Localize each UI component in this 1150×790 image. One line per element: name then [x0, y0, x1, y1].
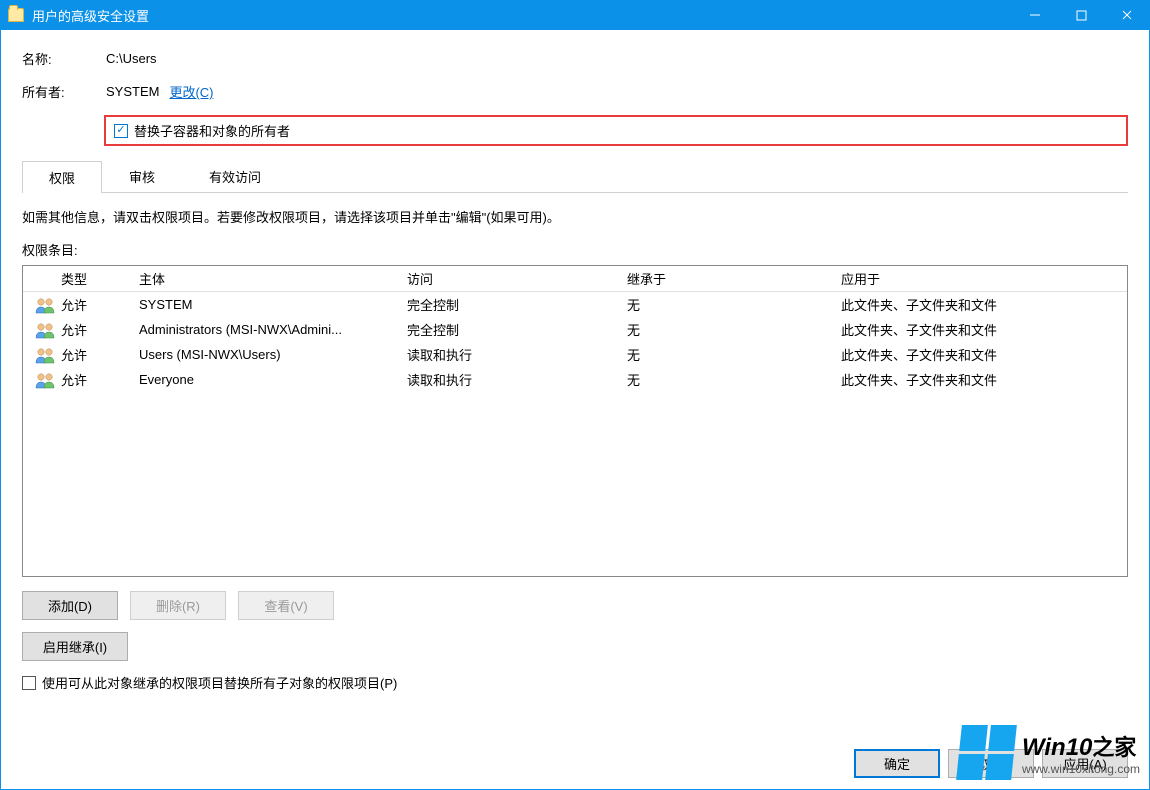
entry-principal: Users (MSI-NWX\Users): [139, 347, 407, 362]
permission-row[interactable]: 允许SYSTEM完全控制无此文件夹、子文件夹和文件: [23, 292, 1127, 317]
permission-header: 类型 主体 访问 继承于 应用于: [23, 266, 1127, 292]
entry-type: 允许: [61, 295, 139, 314]
owner-value: SYSTEM: [106, 84, 159, 99]
entry-type: 允许: [61, 370, 139, 389]
entry-access: 读取和执行: [407, 370, 627, 389]
col-access[interactable]: 访问: [407, 269, 627, 288]
entry-applies-to: 此文件夹、子文件夹和文件: [841, 345, 1127, 364]
owner-row: 所有者: SYSTEM 更改(C): [22, 82, 1128, 101]
window-controls: [1012, 0, 1150, 30]
minimize-button[interactable]: [1012, 0, 1058, 30]
replace-owner-label: 替换子容器和对象的所有者: [134, 121, 290, 140]
entry-applies-to: 此文件夹、子文件夹和文件: [841, 320, 1127, 339]
window-title: 用户的高级安全设置: [32, 6, 149, 25]
remove-button: 删除(R): [130, 591, 226, 620]
entry-inherited-from: 无: [627, 320, 841, 339]
name-row: 名称: C:\Users: [22, 49, 1128, 68]
replace-inherit-row: 使用可从此对象继承的权限项目替换所有子对象的权限项目(P): [22, 673, 1128, 692]
entry-inherited-from: 无: [627, 345, 841, 364]
enable-inheritance-button[interactable]: 启用继承(I): [22, 632, 128, 661]
replace-inherit-checkbox[interactable]: [22, 676, 36, 690]
owner-label: 所有者:: [22, 82, 106, 101]
replace-owner-checkbox[interactable]: ✓: [114, 124, 128, 138]
entry-inherited-from: 无: [627, 295, 841, 314]
entry-type: 允许: [61, 345, 139, 364]
title-bar: 用户的高级安全设置: [0, 0, 1150, 30]
col-type[interactable]: 类型: [61, 269, 139, 288]
entry-type: 允许: [61, 320, 139, 339]
entry-principal: Everyone: [139, 372, 407, 387]
tab-audit[interactable]: 审核: [102, 160, 182, 192]
entry-inherited-from: 无: [627, 370, 841, 389]
tab-permissions[interactable]: 权限: [22, 161, 102, 193]
name-label: 名称:: [22, 49, 106, 68]
change-owner-link[interactable]: 更改(C): [169, 82, 213, 101]
apply-button[interactable]: 应用(A): [1042, 749, 1128, 778]
view-button: 查看(V): [238, 591, 334, 620]
add-button[interactable]: 添加(D): [22, 591, 118, 620]
entry-access: 完全控制: [407, 295, 627, 314]
users-icon: [34, 371, 56, 389]
entry-principal: Administrators (MSI-NWX\Admini...: [139, 322, 407, 337]
close-button[interactable]: [1104, 0, 1150, 30]
maximize-button[interactable]: [1058, 0, 1104, 30]
replace-owner-highlight: ✓ 替换子容器和对象的所有者: [104, 115, 1128, 146]
permission-row[interactable]: 允许Users (MSI-NWX\Users)读取和执行无此文件夹、子文件夹和文…: [23, 342, 1127, 367]
tab-strip: 权限 审核 有效访问: [22, 160, 1128, 193]
permission-list[interactable]: 类型 主体 访问 继承于 应用于 允许SYSTEM完全控制无此文件夹、子文件夹和…: [22, 265, 1128, 577]
entry-button-row: 添加(D) 删除(R) 查看(V): [22, 591, 1128, 620]
col-inherited-from[interactable]: 继承于: [627, 269, 841, 288]
folder-icon: [8, 8, 24, 22]
name-value: C:\Users: [106, 51, 157, 66]
users-icon: [34, 346, 56, 364]
col-applies-to[interactable]: 应用于: [841, 269, 1127, 288]
permission-row[interactable]: 允许Administrators (MSI-NWX\Admini...完全控制无…: [23, 317, 1127, 342]
col-principal[interactable]: 主体: [139, 269, 407, 288]
ok-button[interactable]: 确定: [854, 749, 940, 778]
dialog-footer: 确定 取消 应用(A): [22, 739, 1128, 778]
entry-applies-to: 此文件夹、子文件夹和文件: [841, 295, 1127, 314]
entry-applies-to: 此文件夹、子文件夹和文件: [841, 370, 1127, 389]
permission-row[interactable]: 允许Everyone读取和执行无此文件夹、子文件夹和文件: [23, 367, 1127, 392]
permission-entries-label: 权限条目:: [22, 240, 1128, 259]
tab-effective-access[interactable]: 有效访问: [182, 160, 288, 192]
users-icon: [34, 296, 56, 314]
replace-inherit-label: 使用可从此对象继承的权限项目替换所有子对象的权限项目(P): [42, 673, 397, 692]
cancel-button[interactable]: 取消: [948, 749, 1034, 778]
entry-access: 读取和执行: [407, 345, 627, 364]
description-text: 如需其他信息，请双击权限项目。若要修改权限项目，请选择该项目并单击"编辑"(如果…: [22, 207, 1128, 226]
users-icon: [34, 321, 56, 339]
entry-access: 完全控制: [407, 320, 627, 339]
entry-principal: SYSTEM: [139, 297, 407, 312]
